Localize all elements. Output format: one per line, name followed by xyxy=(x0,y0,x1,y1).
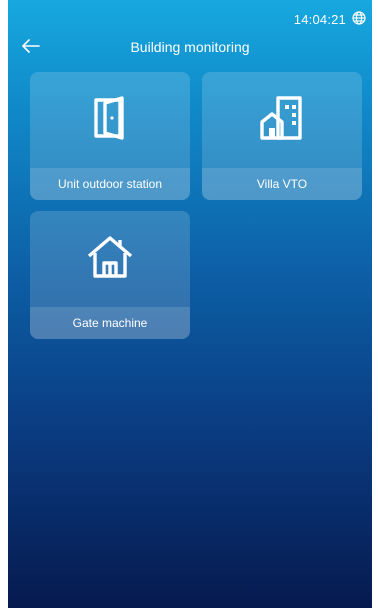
door-icon xyxy=(90,95,130,146)
tile-gate-machine[interactable]: Gate machine xyxy=(30,211,190,339)
tile-icon-area xyxy=(30,211,190,307)
tile-villa-vto[interactable]: Villa VTO xyxy=(202,72,362,200)
tile-icon-area xyxy=(202,72,362,168)
clock-time: 14:04:21 xyxy=(293,12,346,27)
building-icon xyxy=(258,94,306,147)
tile-label: Villa VTO xyxy=(202,168,362,200)
tile-label: Gate machine xyxy=(30,307,190,339)
status-bar: 14:04:21 xyxy=(8,0,372,27)
tile-icon-area xyxy=(30,72,190,168)
house-icon xyxy=(86,234,134,285)
tile-label: Unit outdoor station xyxy=(30,168,190,200)
page-title: Building monitoring xyxy=(130,39,250,55)
tile-unit-outdoor-station[interactable]: Unit outdoor station xyxy=(30,72,190,200)
screen: 14:04:21 Building monitoring Unit outdoo… xyxy=(8,0,372,608)
globe-icon[interactable] xyxy=(352,11,366,25)
header: Building monitoring xyxy=(8,34,372,62)
